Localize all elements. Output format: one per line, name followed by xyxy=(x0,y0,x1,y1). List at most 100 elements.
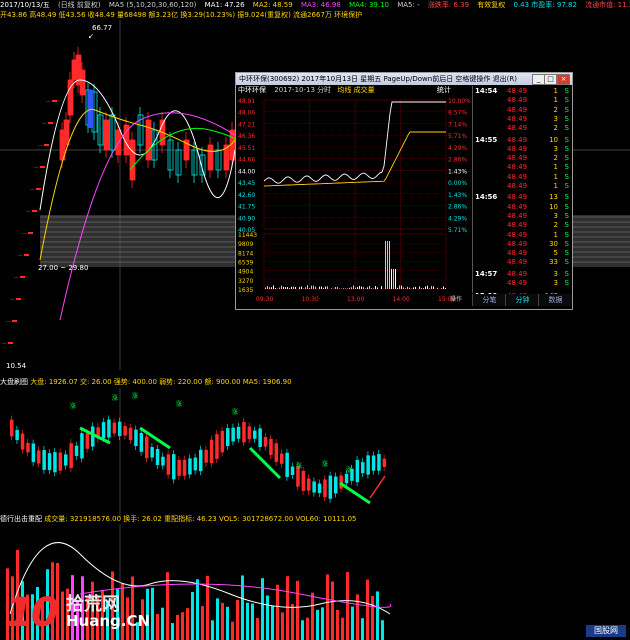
volume-bar xyxy=(56,563,59,640)
ma-params[interactable]: MA5 (5,10,20,30,60,120) xyxy=(109,1,197,9)
intraday-vol-bar xyxy=(395,269,396,289)
limit-tag: — xyxy=(30,187,35,193)
mid-candle xyxy=(361,462,365,474)
volume-bar xyxy=(231,621,234,640)
right-info-3: 0.43 市盈率: 97.82 xyxy=(513,1,577,9)
intraday-popup[interactable]: 中环环保(300692) 2017年10月13日 星期五 PageUp/Down… xyxy=(235,72,573,310)
intraday-vol-bar xyxy=(353,285,354,289)
y-tick-right: 2.86% xyxy=(448,157,467,164)
ma5-label: MA5: - xyxy=(397,1,420,9)
mid-candle xyxy=(290,466,295,476)
volume-bar xyxy=(326,574,329,640)
candle xyxy=(44,144,49,146)
volume-bar xyxy=(211,620,214,640)
mid-candle xyxy=(301,470,306,491)
candle xyxy=(97,114,104,146)
candle xyxy=(145,119,152,161)
mid-candle xyxy=(53,452,57,473)
right-info-4: 流通市值: 11.24 xyxy=(585,1,630,9)
volume-bar xyxy=(331,581,334,640)
candle xyxy=(175,149,182,176)
candle xyxy=(129,139,136,181)
candle xyxy=(52,100,57,102)
mid-candle xyxy=(285,452,289,477)
mid-candle xyxy=(112,422,117,434)
date-label: 2017/10/13/五 xyxy=(0,1,50,9)
candle xyxy=(215,149,222,171)
mid-pane-name: 大盘刷图 xyxy=(0,378,28,386)
intraday-vol-bar xyxy=(291,286,292,289)
intraday-vol-bar xyxy=(319,286,320,289)
intraday-vol-bar xyxy=(443,286,444,289)
popup-titlebar[interactable]: 中环环保(300692) 2017年10月13日 星期五 PageUp/Down… xyxy=(236,73,572,85)
mid-candle xyxy=(323,479,327,498)
volume-bar xyxy=(251,603,254,640)
indicator-name: (日线 前复权) xyxy=(57,1,101,9)
volume-bar xyxy=(361,618,364,640)
intraday-vol-bar xyxy=(325,286,326,289)
tick-side: S xyxy=(564,258,569,267)
intraday-vol-bar xyxy=(397,287,398,289)
ma1-label: MA1: 47.26 xyxy=(204,1,245,9)
volume-bar xyxy=(281,612,284,640)
intraday-chart[interactable]: 48.91 10.00% 48.06 8.57% 47.21 7.14% 46.36 5.71… xyxy=(236,86,472,306)
mid-candle xyxy=(269,438,273,455)
y-tick-left: 41.75 xyxy=(238,204,255,211)
volume-bar xyxy=(276,584,279,640)
quote-strip: 开43.86 高48.49 低43.56 收48.49 量68498 额3.23… xyxy=(0,10,630,20)
mid-candle xyxy=(253,430,257,439)
intraday-vol-bar xyxy=(281,285,282,289)
tab-minutes[interactable]: 分钟 xyxy=(505,294,539,306)
corner-logo: 国股网 xyxy=(586,625,626,637)
y-tick-left: 43.45 xyxy=(238,180,255,187)
close-button[interactable]: × xyxy=(557,74,570,85)
mid-candle xyxy=(263,437,268,447)
maximize-button[interactable]: □ xyxy=(544,74,557,85)
signal-tag: 涨 xyxy=(296,462,302,470)
y-tick-right: 1.43% xyxy=(448,192,467,199)
intraday-vol-bar xyxy=(295,287,296,289)
intraday-vol-bar xyxy=(269,287,270,289)
intraday-vol-bar xyxy=(399,285,400,289)
mid-candle xyxy=(31,443,36,463)
mid-candle xyxy=(204,449,208,463)
tick-list[interactable]: 14:54 48.49 1 S 48.49 1 S 48.49 2 S 48.49 3 S 48.49 2 S… xyxy=(472,86,572,300)
mid-candle xyxy=(107,419,111,438)
mid-indicator-chart[interactable]: 涨涨涨涨涨 涨涨涨 xyxy=(0,388,630,518)
intraday-vol-bar xyxy=(421,288,422,289)
mid-candle xyxy=(26,442,30,453)
y-tick-right: 1.43% xyxy=(448,168,467,175)
intraday-vol-bar xyxy=(327,286,328,289)
intraday-vol-bar xyxy=(321,286,322,289)
mid-candle xyxy=(344,473,349,484)
signal-tag: 涨 xyxy=(346,466,352,474)
intraday-vol-bar xyxy=(363,287,364,289)
tick-price: 48.49 xyxy=(507,279,528,287)
mid-candle xyxy=(312,481,316,493)
limit-tag: — xyxy=(22,231,27,237)
vol-tick: 8174 xyxy=(238,250,253,257)
signal-tag: 涨 xyxy=(176,400,182,408)
tick-volume: 3 xyxy=(553,279,558,287)
candle xyxy=(79,69,86,96)
volume-bar xyxy=(226,606,229,640)
limit-tag: — xyxy=(26,209,31,215)
intraday-vol-bar xyxy=(407,286,408,289)
mid-candle xyxy=(101,422,106,439)
tab-ticks[interactable]: 分笔 xyxy=(472,294,506,306)
x-tick: 14:00 xyxy=(393,296,410,303)
candle xyxy=(199,154,206,176)
mid-candle xyxy=(161,456,165,466)
intraday-vol-bar xyxy=(275,288,276,289)
intraday-vol-bar xyxy=(381,286,382,289)
volume-bar xyxy=(166,572,169,640)
volume-bar xyxy=(351,606,354,640)
candle xyxy=(24,254,29,256)
tab-data[interactable]: 数据 xyxy=(538,294,572,306)
mid-candle xyxy=(209,439,214,464)
candle xyxy=(48,122,53,124)
bottom-pane-name: 德行出击重配 xyxy=(0,515,42,523)
mid-candle xyxy=(199,449,203,472)
y-tick-right: 5.71% xyxy=(448,227,467,234)
limit-tag: — xyxy=(2,341,7,347)
